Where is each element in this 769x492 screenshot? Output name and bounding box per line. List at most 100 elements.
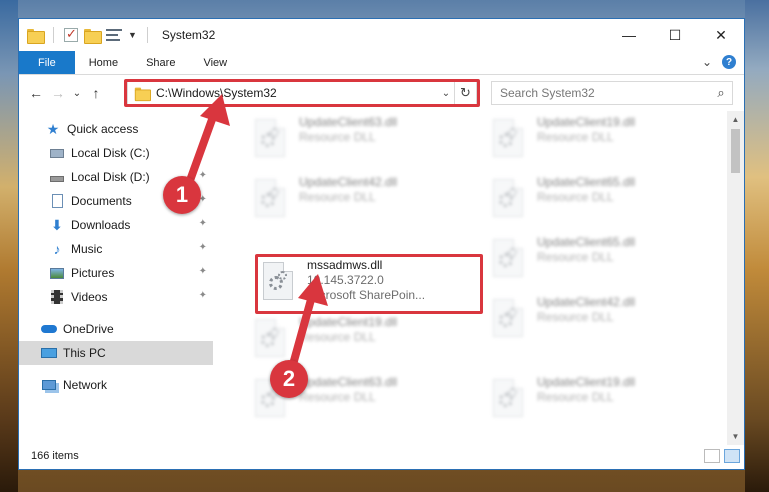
cloud-icon <box>41 321 57 337</box>
file-highlight <box>255 254 483 314</box>
tab-share[interactable]: Share <box>132 51 189 74</box>
dll-file-icon <box>493 179 529 223</box>
file-description: Resource DLL <box>537 190 614 204</box>
file-name: UpdateClient65.dll <box>537 235 636 249</box>
file-name: UpdateClient19.dll <box>537 115 636 129</box>
documents-icon <box>49 193 65 209</box>
sidebar-item-downloads[interactable]: ⬇ Downloads ✦ <box>19 213 213 237</box>
customize-list-icon[interactable] <box>106 28 122 42</box>
address-bar[interactable]: C:\Windows\System32 ⌄ ↻ <box>127 81 477 105</box>
sidebar-item-pictures[interactable]: Pictures ✦ <box>19 261 213 285</box>
sidebar-item-music[interactable]: ♪ Music ✦ <box>19 237 213 261</box>
sidebar-item-label: Pictures <box>71 266 115 280</box>
search-box[interactable]: ⌕ <box>491 81 733 105</box>
pin-icon[interactable]: ✦ <box>199 170 207 181</box>
close-button[interactable]: ✕ <box>698 19 744 51</box>
sidebar-item-label: Quick access <box>67 122 139 136</box>
status-bar: 166 items <box>19 443 744 469</box>
file-name: UpdateClient42.dll <box>537 295 636 309</box>
sidebar-item-videos[interactable]: Videos ✦ <box>19 285 213 309</box>
ribbon-help-area: ⌄ ? <box>702 55 736 69</box>
pictures-icon <box>49 265 65 281</box>
back-button[interactable]: ← <box>25 81 47 105</box>
file-description: Resource DLL <box>299 130 376 144</box>
file-description: Resource DLL <box>537 390 614 404</box>
search-icon[interactable]: ⌕ <box>710 85 732 101</box>
tab-file[interactable]: File <box>19 51 75 74</box>
window-title: System32 <box>161 28 216 42</box>
up-button[interactable]: ↑ <box>85 81 107 105</box>
customize-toolbar-dropdown-icon[interactable]: ▼ <box>128 30 137 40</box>
sidebar-item-label: This PC <box>63 346 106 360</box>
pin-icon[interactable]: ✦ <box>199 290 207 301</box>
dll-file-icon <box>493 299 529 343</box>
forward-button[interactable]: → <box>47 81 69 105</box>
address-row: ← → ⌄ ↑ C:\Windows\System32 ⌄ ↻ ⌕ <box>19 75 744 111</box>
sidebar-item-network[interactable]: Network <box>19 373 213 397</box>
desktop-background-left <box>0 0 18 492</box>
pin-icon[interactable]: ✦ <box>199 218 207 229</box>
minimize-button[interactable]: — <box>606 19 652 51</box>
new-folder-icon[interactable] <box>84 28 102 44</box>
file-item[interactable]: UpdateClient63.dll Resource DLL <box>249 113 479 171</box>
dll-file-icon <box>255 179 291 223</box>
file-description: Resource DLL <box>299 390 376 404</box>
desktop-background-right <box>745 0 769 492</box>
file-description: Resource DLL <box>537 310 614 324</box>
recent-locations-button[interactable]: ⌄ <box>69 81 85 105</box>
file-name: UpdateClient42.dll <box>299 175 398 189</box>
step-2-badge: 2 <box>270 360 308 398</box>
sidebar-item-local-disk-c[interactable]: Local Disk (C:) <box>19 141 213 165</box>
file-name: UpdateClient19.dll <box>537 375 636 389</box>
tab-view[interactable]: View <box>189 51 241 74</box>
address-path[interactable]: C:\Windows\System32 <box>156 86 438 100</box>
expand-ribbon-icon[interactable]: ⌄ <box>702 55 712 69</box>
drive-icon <box>49 145 65 161</box>
file-item[interactable]: UpdateClient65.dll Resource DLL <box>487 233 717 291</box>
tab-home[interactable]: Home <box>75 51 132 74</box>
file-explorer-window: ▼ System32 — ☐ ✕ File Home Share View ⌄ … <box>18 18 745 470</box>
sidebar-item-label: Downloads <box>71 218 131 232</box>
file-name: UpdateClient63.dll <box>299 375 398 389</box>
sidebar-item-quick-access[interactable]: ★ Quick access <box>19 117 213 141</box>
sidebar-item-label: OneDrive <box>63 322 114 336</box>
scrollbar-thumb[interactable] <box>731 129 740 173</box>
sidebar-item-onedrive[interactable]: OneDrive <box>19 317 213 341</box>
maximize-button[interactable]: ☐ <box>652 19 698 51</box>
file-description: Resource DLL <box>299 190 376 204</box>
properties-check-icon[interactable] <box>64 26 78 42</box>
sidebar-item-label: Local Disk (D:) <box>71 170 150 184</box>
file-description: Resource DLL <box>299 330 376 344</box>
download-icon: ⬇ <box>51 216 63 233</box>
videos-icon <box>49 289 65 305</box>
file-item[interactable]: UpdateClient19.dll Resource DLL <box>487 113 717 171</box>
file-item[interactable]: UpdateClient42.dll Resource DLL <box>249 173 479 231</box>
dll-file-icon <box>493 119 529 163</box>
step-1-badge: 1 <box>163 176 201 214</box>
star-icon: ★ <box>46 120 60 137</box>
refresh-button[interactable]: ↻ <box>454 82 476 104</box>
sidebar-item-this-pc[interactable]: This PC <box>19 341 213 365</box>
folder-icon <box>27 28 45 44</box>
sidebar-item-label: Music <box>71 242 103 256</box>
view-toggle <box>704 449 740 463</box>
file-item[interactable]: UpdateClient19.dll Resource DLL <box>487 373 717 431</box>
pin-icon[interactable]: ✦ <box>199 266 207 277</box>
file-name: UpdateClient65.dll <box>537 175 636 189</box>
sidebar-item-label: Network <box>63 378 108 392</box>
details-view-icon[interactable] <box>704 449 720 463</box>
scroll-up-icon[interactable]: ▲ <box>727 111 744 128</box>
pin-icon[interactable]: ✦ <box>199 242 207 253</box>
file-item[interactable]: UpdateClient42.dll Resource DLL <box>487 293 717 351</box>
vertical-scrollbar[interactable]: ▲ ▼ <box>727 111 744 445</box>
search-input[interactable] <box>500 86 710 100</box>
address-dropdown-icon[interactable]: ⌄ <box>438 88 454 99</box>
file-item[interactable]: UpdateClient65.dll Resource DLL <box>487 173 717 231</box>
sidebar-item-label: Videos <box>71 290 108 304</box>
sidebar-item-label: Documents <box>71 194 132 208</box>
toolbar-divider <box>146 27 148 43</box>
help-icon[interactable]: ? <box>722 55 736 69</box>
network-icon <box>41 377 57 393</box>
tiles-view-icon[interactable] <box>724 449 740 463</box>
file-name: UpdateClient63.dll <box>299 115 398 129</box>
